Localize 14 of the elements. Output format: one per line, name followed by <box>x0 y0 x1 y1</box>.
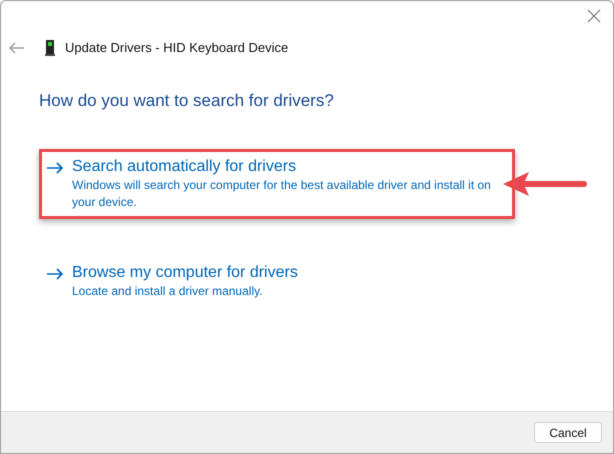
option-description: Windows will search your computer for the best available driver and install it on your device. <box>72 177 492 211</box>
cancel-button[interactable]: Cancel <box>534 422 602 443</box>
close-icon[interactable] <box>587 9 601 23</box>
option-description: Locate and install a driver manually. <box>72 283 264 300</box>
option-title: Search automatically for drivers <box>72 157 298 177</box>
highlighted-option[interactable]: Search automatically for drivers Windows will search your computer for the best available driver and install it on your device. <box>39 149 515 219</box>
heading: How do you want to search for drivers? <box>39 90 335 112</box>
option-title: Browse my computer for drivers <box>72 263 298 283</box>
back-arrow-icon[interactable] <box>9 42 25 54</box>
arrow-icon <box>46 162 64 174</box>
window-title: Update Drivers - HID Keyboard Device <box>65 39 288 57</box>
arrow-icon <box>46 268 64 280</box>
option-link[interactable]: Browse my computer for drivers Locate and install a driver manually. <box>39 255 515 308</box>
device-icon <box>45 40 55 56</box>
